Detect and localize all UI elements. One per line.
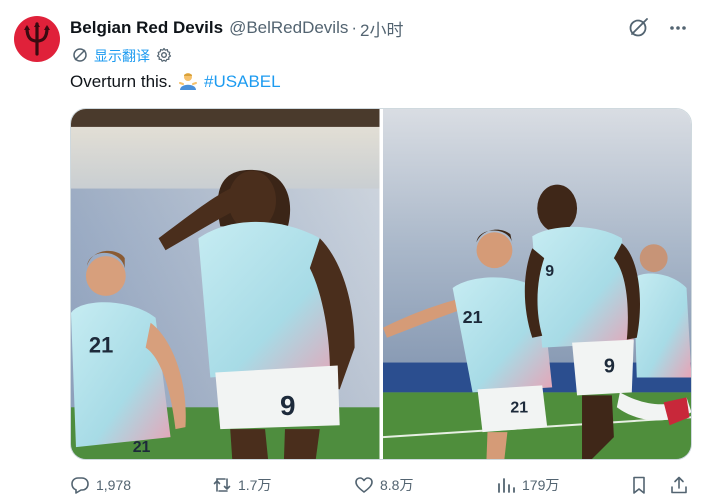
svg-text:21: 21 (462, 307, 482, 327)
reply-icon (71, 477, 89, 494)
handle[interactable]: @BelRedDevils (229, 18, 348, 38)
translate-row: 显示翻译 (72, 45, 172, 67)
photo-left[interactable]: 21 21 9 (71, 109, 380, 459)
tweet-header: Belgian Red Devils @BelRedDevils · 2小时 (70, 14, 689, 42)
svg-text:9: 9 (545, 263, 554, 280)
jersey-number-left: 21 (89, 333, 113, 358)
tweet-text: Overturn this. #USABEL (70, 72, 281, 92)
photo-right[interactable]: 21 21 9 9 (382, 109, 691, 459)
jersey-number-main: 9 (280, 390, 296, 421)
grok-icon[interactable] (627, 17, 649, 39)
trident-logo-icon (24, 22, 50, 56)
repost-count: 1.7万 (238, 477, 272, 493)
reply-count: 1,978 (96, 477, 132, 493)
like-count: 8.8万 (380, 477, 414, 493)
timestamp[interactable]: 2小时 (360, 16, 403, 41)
more-options-icon[interactable] (667, 17, 689, 39)
svg-text:9: 9 (603, 356, 614, 378)
svg-text:21: 21 (133, 439, 151, 456)
show-translation-link[interactable]: 显示翻译 (94, 46, 150, 66)
display-name[interactable]: Belgian Red Devils (70, 18, 223, 38)
celebration-photo-right: 21 21 9 9 (382, 109, 691, 459)
tweet-action-bar: 1,978 1.7万 8.8万 179万 (70, 472, 689, 498)
reply-button[interactable]: 1,978 (70, 475, 212, 495)
tweet-body: Overturn this. (70, 72, 173, 91)
translate-icon (72, 47, 88, 66)
heart-icon (355, 477, 373, 493)
share-icon (671, 476, 687, 494)
separator-dot: · (351, 18, 358, 37)
share-button[interactable] (669, 475, 689, 495)
repost-icon (213, 478, 231, 492)
settings-gear-icon[interactable] (156, 47, 172, 66)
views-button[interactable]: 179万 (496, 475, 616, 495)
celebration-photo-left: 21 21 9 (71, 109, 380, 459)
man-shrugging-emoji-icon (178, 71, 198, 91)
bookmark-button[interactable] (629, 475, 649, 495)
like-button[interactable]: 8.8万 (354, 475, 496, 495)
hashtag-link[interactable]: #USABEL (204, 72, 281, 92)
bookmark-icon (633, 476, 645, 494)
svg-text:21: 21 (510, 399, 528, 416)
views-chart-icon (498, 478, 515, 493)
media-grid: 21 21 9 21 21 9 9 (70, 108, 692, 460)
avatar[interactable] (14, 16, 60, 62)
repost-button[interactable]: 1.7万 (212, 475, 354, 495)
view-count: 179万 (522, 477, 560, 493)
